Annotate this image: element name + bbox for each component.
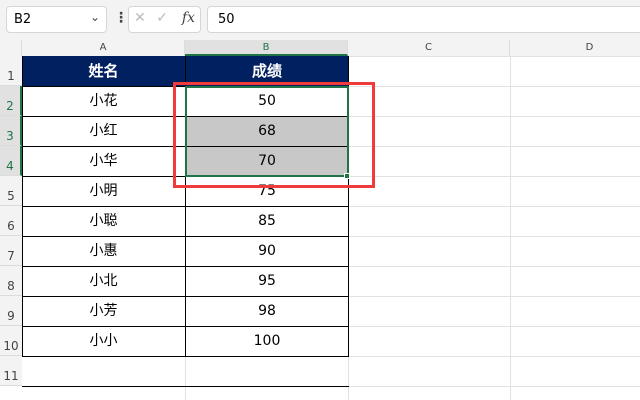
row-header[interactable]: 9	[0, 296, 22, 326]
column-header-c[interactable]: C	[348, 40, 510, 56]
score-cell[interactable]: 85	[186, 206, 348, 236]
score-cell[interactable]: 100	[186, 326, 348, 356]
table-border	[22, 356, 349, 357]
formula-bar: B2 ⌄ ⋮ ✕ ✓ fx 50	[0, 0, 640, 40]
insert-function-icon[interactable]: fx	[182, 10, 195, 26]
name-cell[interactable]: 小北	[22, 266, 185, 296]
cancel-icon[interactable]: ✕	[134, 10, 146, 26]
column-header-a[interactable]: A	[22, 40, 185, 56]
column-header-b[interactable]: B	[185, 40, 348, 56]
gridline	[510, 56, 511, 400]
row-header[interactable]: 2	[0, 86, 22, 116]
name-cell[interactable]: 小惠	[22, 236, 185, 266]
highlight-box	[173, 82, 375, 188]
table-border	[22, 386, 349, 387]
column-header-d[interactable]: D	[510, 40, 640, 56]
select-all-corner[interactable]	[0, 40, 22, 56]
row-header[interactable]: 8	[0, 266, 22, 296]
name-cell[interactable]: 小红	[22, 116, 185, 146]
more-icon[interactable]: ⋮	[114, 10, 128, 26]
header-cell-name[interactable]: 姓名	[22, 56, 185, 86]
formula-input[interactable]: 50	[207, 6, 640, 33]
confirm-icon[interactable]: ✓	[156, 10, 168, 26]
name-cell[interactable]: 小华	[22, 146, 185, 176]
score-cell[interactable]: 90	[186, 236, 348, 266]
score-cell[interactable]: 98	[186, 296, 348, 326]
score-cell[interactable]: 95	[186, 266, 348, 296]
formula-buttons: ✕ ✓ fx	[128, 6, 201, 33]
row-header[interactable]: 3	[0, 116, 22, 146]
name-cell[interactable]: 小明	[22, 176, 185, 206]
name-cell[interactable]: 小花	[22, 86, 185, 116]
name-box[interactable]: B2 ⌄	[6, 6, 107, 33]
row-header[interactable]: 6	[0, 206, 22, 236]
row-header[interactable]: 5	[0, 176, 22, 206]
row-header[interactable]: 4	[0, 146, 22, 176]
row-header[interactable]: 7	[0, 236, 22, 266]
name-cell[interactable]: 小芳	[22, 296, 185, 326]
chevron-down-icon[interactable]: ⌄	[90, 10, 100, 24]
name-cell[interactable]: 小小	[22, 326, 185, 356]
row-header[interactable]: 11	[0, 356, 22, 386]
row-header[interactable]: 1	[0, 56, 22, 86]
name-cell[interactable]: 小聪	[22, 206, 185, 236]
table-border	[22, 56, 23, 356]
row-header[interactable]: 10	[0, 326, 22, 356]
